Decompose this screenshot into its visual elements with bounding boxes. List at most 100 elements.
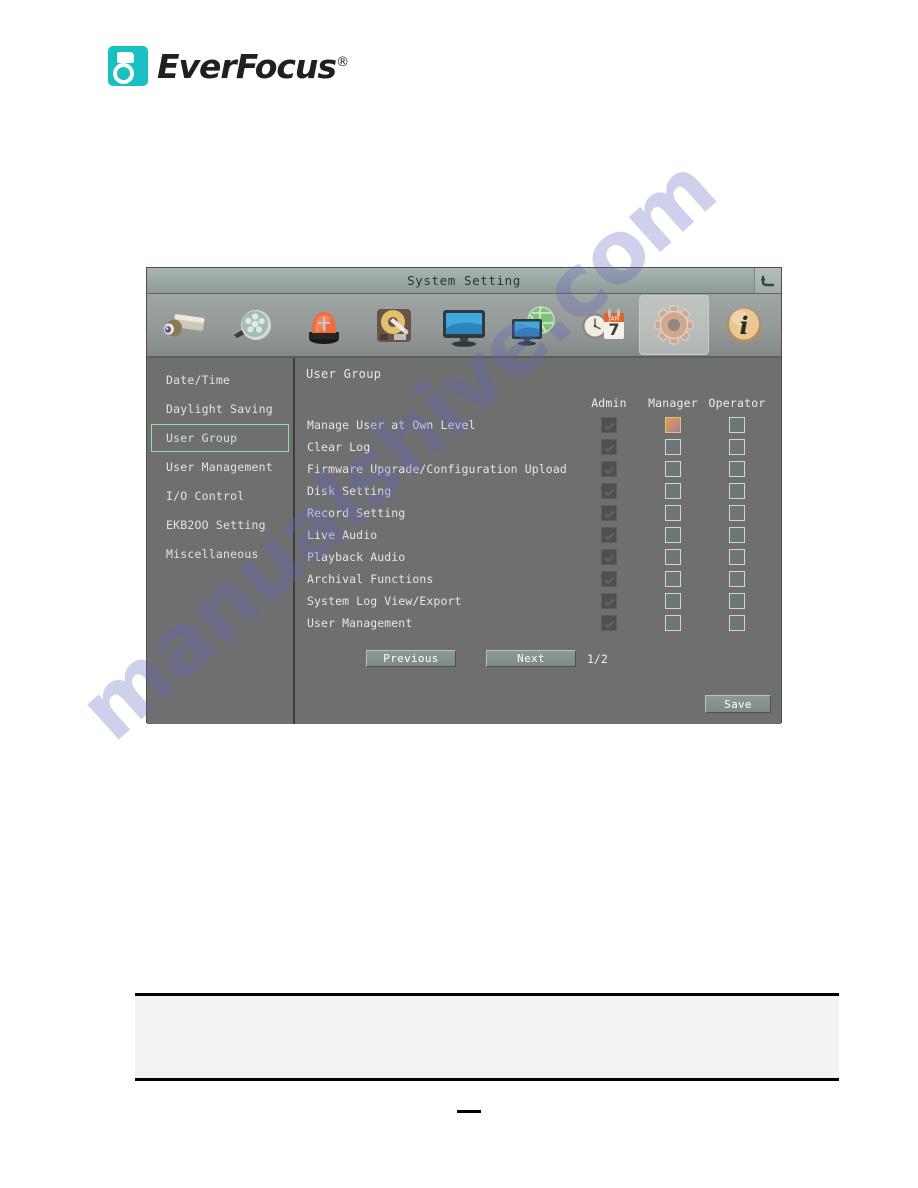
permission-cell-admin	[577, 483, 641, 499]
checkbox-operator[interactable]	[729, 505, 745, 521]
permission-label: Live Audio	[307, 528, 378, 542]
checkbox-manager[interactable]	[665, 483, 681, 499]
toolbar-camera-icon[interactable]	[149, 295, 219, 355]
sidebar-item-ekb200-setting[interactable]: EKB2OO Setting	[151, 511, 289, 539]
toolbar-monitor-icon[interactable]	[429, 295, 499, 355]
permission-label: Manage User at Own Level	[307, 418, 476, 432]
permission-row: Disk Setting	[307, 480, 769, 502]
permission-cell-admin	[577, 549, 641, 565]
settings-sidebar: Date/Time Daylight Saving User Group Use…	[147, 358, 295, 724]
permission-row: Live Audio	[307, 524, 769, 546]
dialog-titlebar: System Setting	[147, 268, 781, 294]
permission-row: Archival Functions	[307, 568, 769, 590]
toolbar-gear-icon[interactable]	[639, 295, 709, 355]
toolbar-alarm-light-icon[interactable]	[289, 295, 359, 355]
column-header-manager: Manager	[648, 396, 698, 410]
sidebar-item-user-management[interactable]: User Management	[151, 453, 289, 481]
module-toolbar: JAN 7 i	[147, 294, 781, 358]
checkbox-admin	[601, 527, 617, 543]
permission-cell-admin	[577, 417, 641, 433]
permission-cell-admin	[577, 593, 641, 609]
checkbox-operator[interactable]	[729, 615, 745, 631]
checkbox-admin	[601, 593, 617, 609]
permission-cell-operator	[705, 439, 769, 455]
checkbox-operator[interactable]	[729, 417, 745, 433]
permission-label: Archival Functions	[307, 572, 434, 586]
toolbar-hard-disk-icon[interactable]	[359, 295, 429, 355]
permission-cell-admin	[577, 615, 641, 631]
pagination-row: Previous Next 1/2	[306, 650, 769, 667]
permission-cell-operator	[705, 505, 769, 521]
checkbox-manager[interactable]	[665, 593, 681, 609]
dialog-body: Date/Time Daylight Saving User Group Use…	[147, 358, 781, 724]
checkbox-manager[interactable]	[665, 549, 681, 565]
permission-label: Playback Audio	[307, 550, 406, 564]
permission-cell-admin	[577, 527, 641, 543]
system-setting-dialog: System Setting JAN 7 i Date/Time Dayligh…	[146, 267, 782, 724]
permission-label: System Log View/Export	[307, 594, 462, 608]
svg-text:i: i	[739, 311, 748, 340]
toolbar-film-reel-icon[interactable]	[219, 295, 289, 355]
toolbar-info-icon[interactable]: i	[709, 295, 779, 355]
checkbox-operator[interactable]	[729, 549, 745, 565]
everfocus-logo: EverFocus®	[108, 46, 349, 86]
column-header-operator: Operator	[708, 396, 766, 410]
registered-mark: ®	[336, 54, 349, 70]
page-indicator: 1/2	[587, 651, 608, 666]
permission-label: User Management	[307, 616, 413, 630]
permission-cell-manager	[641, 549, 705, 565]
permission-label: Disk Setting	[307, 484, 392, 498]
sidebar-item-date-time[interactable]: Date/Time	[151, 366, 289, 394]
checkbox-manager[interactable]	[665, 615, 681, 631]
back-arrow-icon[interactable]	[754, 268, 781, 293]
permission-cell-manager	[641, 593, 705, 609]
checkbox-operator[interactable]	[729, 483, 745, 499]
permission-cell-operator	[705, 461, 769, 477]
checkbox-admin	[601, 571, 617, 587]
permission-label: Firmware Upgrade/Configuration Upload	[307, 462, 567, 476]
checkbox-manager[interactable]	[665, 527, 681, 543]
permission-row: Playback Audio	[307, 546, 769, 568]
svg-text:7: 7	[608, 320, 619, 339]
permission-row: System Log View/Export	[307, 590, 769, 612]
permission-row: Firmware Upgrade/Configuration Upload	[307, 458, 769, 480]
permission-row: User Management	[307, 612, 769, 634]
permission-cell-manager	[641, 571, 705, 587]
settings-content: User Group Admin Manager Operator Manage…	[295, 358, 781, 724]
permission-table-body: Manage User at Own Level Clear Log Firmwar…	[306, 414, 769, 634]
checkbox-admin	[601, 505, 617, 521]
toolbar-network-globe-icon[interactable]	[499, 295, 569, 355]
checkbox-operator[interactable]	[729, 439, 745, 455]
checkbox-operator[interactable]	[729, 461, 745, 477]
sidebar-item-daylight-saving[interactable]: Daylight Saving	[151, 395, 289, 423]
permission-cell-admin	[577, 461, 641, 477]
sidebar-item-user-group[interactable]: User Group	[151, 424, 289, 452]
toolbar-clock-calendar-icon[interactable]: JAN 7	[569, 295, 639, 355]
permission-cell-operator	[705, 527, 769, 543]
save-button[interactable]: Save	[705, 695, 771, 713]
permission-row: Manage User at Own Level	[307, 414, 769, 436]
permission-cell-admin	[577, 439, 641, 455]
permission-cell-operator	[705, 615, 769, 631]
permission-cell-operator	[705, 593, 769, 609]
checkbox-manager[interactable]	[665, 417, 681, 433]
checkbox-manager[interactable]	[665, 571, 681, 587]
permission-table-header: Admin Manager Operator	[306, 392, 769, 410]
checkbox-operator[interactable]	[729, 527, 745, 543]
checkbox-operator[interactable]	[729, 593, 745, 609]
next-button[interactable]: Next	[486, 650, 576, 667]
sidebar-item-io-control[interactable]: I/O Control	[151, 482, 289, 510]
permission-cell-manager	[641, 461, 705, 477]
checkbox-admin	[601, 439, 617, 455]
permission-cell-manager	[641, 615, 705, 631]
sidebar-item-miscellaneous[interactable]: Miscellaneous	[151, 540, 289, 568]
checkbox-manager[interactable]	[665, 461, 681, 477]
permission-cell-manager	[641, 417, 705, 433]
previous-button[interactable]: Previous	[366, 650, 456, 667]
permission-cell-manager	[641, 527, 705, 543]
permission-label: Record Setting	[307, 506, 406, 520]
checkbox-operator[interactable]	[729, 571, 745, 587]
checkbox-manager[interactable]	[665, 505, 681, 521]
checkbox-manager[interactable]	[665, 439, 681, 455]
permission-cell-manager	[641, 439, 705, 455]
